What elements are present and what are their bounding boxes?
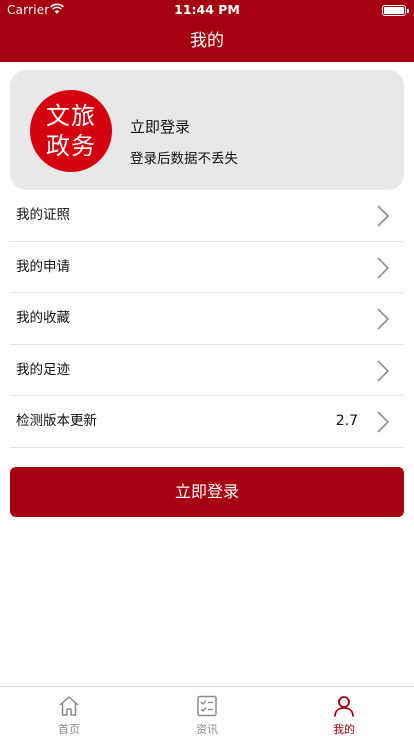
top-bar: Carrier 11:44 PM 我的 [0,0,414,62]
tab-mine[interactable]: 我的 [304,687,384,736]
profile-icon [334,696,354,717]
menu-item-label: 检测版本更新 [16,413,97,429]
menu-item-label: 我的申请 [16,258,70,275]
tab-label: 资讯 [196,723,218,736]
menu-item-licenses[interactable]: 我的证照 [10,190,404,242]
app-logo: 文旅 政务 [30,90,112,172]
app-version: 2.7 [335,413,358,429]
menu-item-favorites[interactable]: 我的收藏 [10,293,404,345]
tab-home[interactable]: 首页 [29,687,109,736]
logo-text-line2: 政务 [46,132,96,160]
chevron-right-icon [377,411,390,433]
menu-item-label: 我的足迹 [16,361,70,378]
news-icon [197,695,217,717]
chevron-right-icon [377,359,390,382]
menu-item-check-update[interactable]: 检测版本更新 2.7 [10,396,404,448]
settings-menu: 我的证照 我的申请 我的收藏 我的足迹 检测版本更新 2.7 [10,190,404,448]
menu-item-label: 我的收藏 [16,310,70,326]
chevron-right-icon [377,256,390,279]
chevron-right-icon [377,205,390,227]
status-time: 11:44 PM [174,2,240,17]
chevron-right-icon [377,308,390,330]
tab-news[interactable]: 资讯 [167,687,247,736]
battery-icon [382,5,409,16]
menu-item-history[interactable]: 我的足迹 [10,345,404,396]
login-prompt-subtitle: 登录后数据不丢失 [130,151,238,167]
login-prompt-title[interactable]: 立即登录 [130,116,190,137]
menu-item-applications[interactable]: 我的申请 [10,242,404,293]
login-button[interactable]: 立即登录 [10,467,404,517]
tab-label: 首页 [58,723,80,736]
page-title: 我的 [190,31,224,51]
tab-bar: 首页 资讯 我的 [0,686,414,736]
menu-item-label: 我的证照 [16,207,70,223]
home-icon [59,696,79,716]
tab-label: 我的 [333,723,355,736]
status-bar: Carrier 11:44 PM [0,0,414,20]
profile-card[interactable]: 文旅 政务 立即登录 登录后数据不丢失 [10,70,404,190]
logo-text-line1: 文旅 [46,102,96,130]
